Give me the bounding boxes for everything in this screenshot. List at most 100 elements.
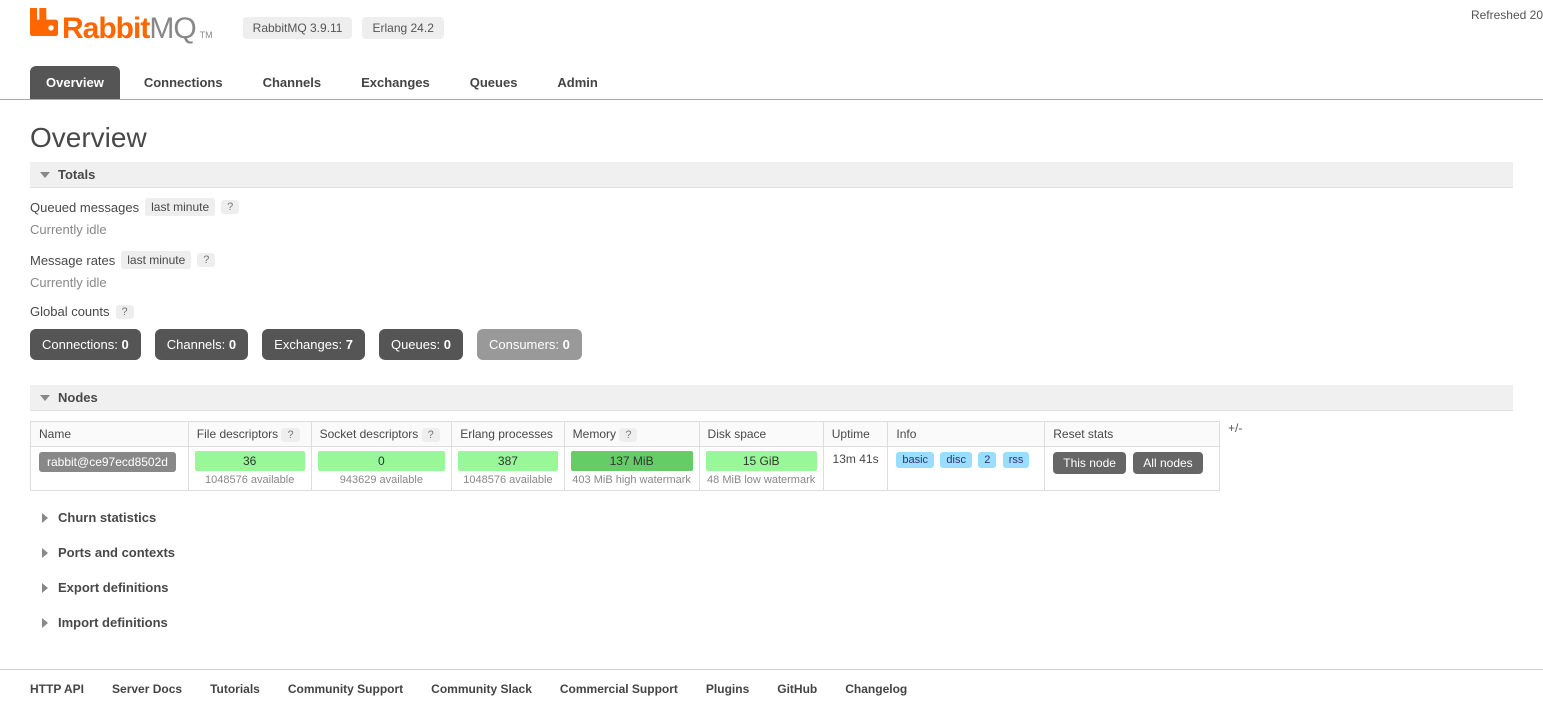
- sd-bar: 0: [318, 451, 446, 471]
- footer: HTTP API Server Docs Tutorials Community…: [0, 669, 1543, 708]
- tab-overview[interactable]: Overview: [30, 66, 120, 99]
- section-totals-header[interactable]: Totals: [30, 162, 1513, 188]
- queued-timespan[interactable]: last minute: [145, 198, 215, 216]
- count-exchanges-value: 7: [346, 337, 353, 352]
- columns-toggle[interactable]: +/-: [1228, 421, 1242, 435]
- rates-idle-text: Currently idle: [30, 275, 1513, 290]
- erlang-version-badge: Erlang 24.2: [362, 17, 443, 39]
- header: RabbitMQ TM RabbitMQ 3.9.11 Erlang 24.2 …: [0, 0, 1543, 46]
- ep-bar: 387: [458, 451, 557, 471]
- logo[interactable]: RabbitMQ TM: [30, 10, 213, 46]
- refreshed-label: Refreshed 20: [1471, 8, 1543, 22]
- node-row: rabbit@ce97ecd8502d 36 1048576 available…: [31, 447, 1220, 491]
- queued-messages-row: Queued messages last minute ?: [30, 198, 1513, 216]
- section-totals-label: Totals: [58, 167, 95, 182]
- th-info[interactable]: Info: [888, 422, 1045, 447]
- global-counts-label: Global counts: [30, 304, 110, 319]
- section-churn-header[interactable]: Churn statistics: [30, 505, 1513, 530]
- tab-channels[interactable]: Channels: [247, 66, 338, 99]
- sd-help-icon[interactable]: ?: [422, 428, 440, 442]
- global-counts-help-icon[interactable]: ?: [116, 305, 134, 319]
- count-consumers-value: 0: [563, 337, 570, 352]
- nodes-table: Name File descriptors ? Socket descripto…: [30, 421, 1220, 491]
- chevron-right-icon: [42, 548, 48, 558]
- chevron-right-icon: [42, 513, 48, 523]
- node-name-badge[interactable]: rabbit@ce97ecd8502d: [39, 452, 176, 472]
- section-ports-header[interactable]: Ports and contexts: [30, 540, 1513, 565]
- count-queues[interactable]: Queues: 0: [379, 329, 463, 360]
- fd-help-icon[interactable]: ?: [281, 428, 299, 442]
- th-uptime[interactable]: Uptime: [823, 422, 888, 447]
- footer-community-support[interactable]: Community Support: [288, 682, 403, 696]
- section-churn-label: Churn statistics: [58, 510, 156, 525]
- count-connections[interactable]: Connections: 0: [30, 329, 141, 360]
- count-exchanges[interactable]: Exchanges: 7: [262, 329, 365, 360]
- message-rates-row: Message rates last minute ?: [30, 251, 1513, 269]
- uptime-cell: 13m 41s: [823, 447, 888, 491]
- content: Overview Totals Queued messages last min…: [0, 100, 1543, 669]
- fd-bar: 36: [195, 451, 305, 471]
- count-channels[interactable]: Channels: 0: [155, 329, 248, 360]
- reset-this-node-button[interactable]: This node: [1053, 452, 1126, 474]
- count-queues-label: Queues:: [391, 337, 440, 352]
- info-basic-tag[interactable]: basic: [896, 452, 934, 468]
- info-rss-tag[interactable]: rss: [1003, 452, 1030, 468]
- th-disk[interactable]: Disk space: [699, 422, 823, 447]
- th-ep[interactable]: Erlang processes: [452, 422, 564, 447]
- footer-server-docs[interactable]: Server Docs: [112, 682, 182, 696]
- rates-help-icon[interactable]: ?: [197, 253, 215, 267]
- page-title: Overview: [30, 122, 1513, 154]
- section-nodes-label: Nodes: [58, 390, 98, 405]
- count-connections-value: 0: [122, 337, 129, 352]
- mem-help-icon[interactable]: ?: [619, 428, 637, 442]
- info-disc-tag[interactable]: disc: [940, 452, 972, 468]
- info-2-tag[interactable]: 2: [978, 452, 996, 468]
- queued-messages-label: Queued messages: [30, 200, 139, 215]
- nodes-header-row: Name File descriptors ? Socket descripto…: [31, 422, 1220, 447]
- count-consumers[interactable]: Consumers: 0: [477, 329, 582, 360]
- tab-exchanges[interactable]: Exchanges: [345, 66, 446, 99]
- global-counts-row: Global counts ?: [30, 304, 1513, 319]
- disk-sub: 48 MiB low watermark: [706, 474, 817, 486]
- footer-commercial-support[interactable]: Commercial Support: [560, 682, 678, 696]
- mem-sub: 403 MiB high watermark: [571, 474, 693, 486]
- main-nav: Overview Connections Channels Exchanges …: [0, 66, 1543, 100]
- footer-github[interactable]: GitHub: [777, 682, 817, 696]
- count-consumers-label: Consumers:: [489, 337, 559, 352]
- th-name[interactable]: Name: [31, 422, 189, 447]
- th-reset[interactable]: Reset stats: [1045, 422, 1220, 447]
- tab-queues[interactable]: Queues: [454, 66, 534, 99]
- rabbitmq-version-badge: RabbitMQ 3.9.11: [243, 17, 353, 39]
- chevron-right-icon: [42, 583, 48, 593]
- count-channels-label: Channels:: [167, 337, 226, 352]
- rates-timespan[interactable]: last minute: [121, 251, 191, 269]
- fd-sub: 1048576 available: [195, 474, 305, 486]
- tab-connections[interactable]: Connections: [128, 66, 239, 99]
- footer-tutorials[interactable]: Tutorials: [210, 682, 260, 696]
- th-sd[interactable]: Socket descriptors ?: [311, 422, 452, 447]
- rabbitmq-icon: [30, 8, 58, 36]
- logo-text-mq: MQ: [149, 12, 195, 46]
- reset-all-nodes-button[interactable]: All nodes: [1133, 452, 1202, 474]
- count-exchanges-label: Exchanges:: [274, 337, 342, 352]
- th-mem[interactable]: Memory ?: [564, 422, 699, 447]
- footer-plugins[interactable]: Plugins: [706, 682, 749, 696]
- count-queues-value: 0: [444, 337, 451, 352]
- tab-admin[interactable]: Admin: [541, 66, 613, 99]
- chevron-right-icon: [42, 618, 48, 628]
- footer-http-api[interactable]: HTTP API: [30, 682, 84, 696]
- chevron-down-icon: [40, 172, 50, 178]
- count-channels-value: 0: [229, 337, 236, 352]
- footer-community-slack[interactable]: Community Slack: [431, 682, 532, 696]
- queued-help-icon[interactable]: ?: [221, 200, 239, 214]
- info-cell: basic disc 2 rss: [888, 447, 1045, 491]
- footer-changelog[interactable]: Changelog: [845, 682, 907, 696]
- section-nodes-header[interactable]: Nodes: [30, 385, 1513, 411]
- disk-bar: 15 GiB: [706, 451, 817, 471]
- queued-idle-text: Currently idle: [30, 222, 1513, 237]
- section-export-header[interactable]: Export definitions: [30, 575, 1513, 600]
- section-import-header[interactable]: Import definitions: [30, 610, 1513, 635]
- th-fd[interactable]: File descriptors ?: [188, 422, 311, 447]
- global-counts: Connections: 0 Channels: 0 Exchanges: 7 …: [30, 329, 1513, 360]
- mem-bar: 137 MiB: [571, 451, 693, 471]
